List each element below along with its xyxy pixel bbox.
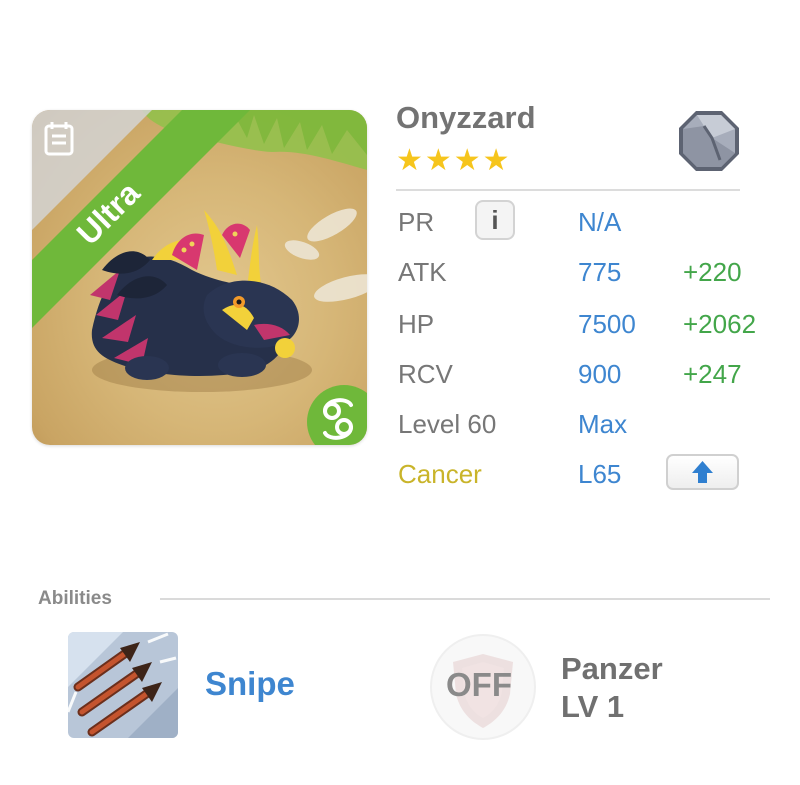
stat-value-hp: 7500 <box>578 309 636 339</box>
stat-label-pr: PR <box>398 207 435 237</box>
stat-value-pr: N/A <box>578 207 622 237</box>
cancer-icon <box>323 398 353 440</box>
zodiac-level: L65 <box>578 459 622 489</box>
panzer-ability-name: Panzer LV 1 <box>561 650 663 726</box>
octagon-stone-icon[interactable] <box>676 108 742 174</box>
monster-portrait[interactable]: Ultra <box>32 110 367 445</box>
abilities-divider <box>160 598 770 600</box>
stat-label-atk: ATK <box>398 257 447 287</box>
panzer-state-label: OFF <box>446 666 512 703</box>
stat-value-rcv: 900 <box>578 359 622 389</box>
arrows-icon <box>68 632 178 738</box>
snipe-ability-name: Snipe <box>205 665 295 702</box>
stat-value-level: Max <box>578 409 628 439</box>
stat-label-hp: HP <box>398 309 435 339</box>
arrow-up-icon <box>692 461 713 483</box>
rarity-stars: ★★★★ <box>396 144 512 177</box>
monster-name: Onyzzard <box>396 100 536 135</box>
stat-bonus-atk: +220 <box>683 257 742 287</box>
zodiac-badge <box>307 385 367 445</box>
abilities-header: Abilities <box>38 588 112 609</box>
stat-value-atk: 775 <box>578 257 622 287</box>
panzer-name-line: Panzer <box>561 651 663 686</box>
stat-bonus-rcv: +247 <box>683 359 742 389</box>
header-divider <box>396 189 740 191</box>
snipe-ability-button[interactable] <box>68 632 178 738</box>
zodiac-label: Cancer <box>398 459 482 489</box>
stat-label-rcv: RCV <box>398 359 453 389</box>
stat-label-level: Level 60 <box>398 409 497 439</box>
panzer-level-line: LV 1 <box>561 689 625 724</box>
stat-bonus-hp: +2062 <box>683 309 757 339</box>
info-button[interactable]: i <box>475 200 515 240</box>
level-up-button[interactable] <box>666 454 739 490</box>
